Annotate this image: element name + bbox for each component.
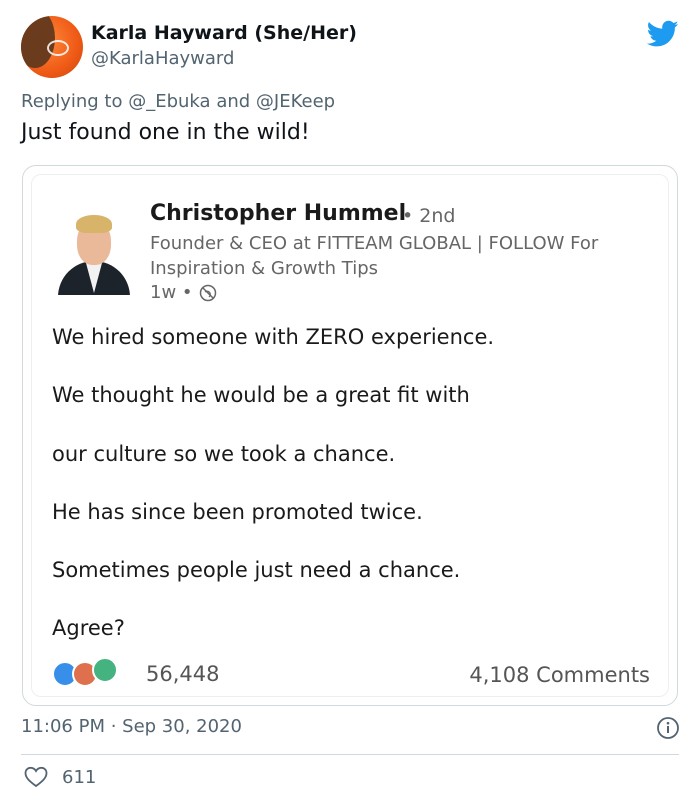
linkedin-headline: Founder & CEO at FITTEAM GLOBAL | FOLLOW… — [150, 233, 599, 279]
heart-icon[interactable] — [24, 766, 48, 788]
author-avatar[interactable] — [21, 16, 83, 78]
author-handle[interactable]: @KarlaHayward — [91, 48, 234, 69]
author-name[interactable]: Karla Hayward (She/Her) — [91, 22, 357, 44]
linkedin-post: Christopher Hummel • 2nd Founder & CEO a… — [31, 174, 669, 697]
info-icon[interactable] — [656, 716, 680, 740]
post-line: Sometimes people just need a chance. — [52, 558, 461, 582]
replying-prefix: Replying to — [21, 91, 123, 112]
linkedin-author-name: Christopher Hummel — [150, 201, 407, 226]
post-line: He has since been promoted twice. — [52, 500, 423, 524]
post-line: We thought he would be a great fit with — [52, 383, 470, 407]
tweet-text: Just found one in the wild! — [21, 120, 310, 145]
mention-jekeep[interactable]: @JEKeep — [256, 91, 335, 112]
posted-ago: 1w • — [150, 282, 193, 303]
post-line: our culture so we took a chance. — [52, 442, 396, 466]
reactions-summary: 56,448 — [52, 657, 220, 689]
like-action[interactable]: 611 — [24, 766, 96, 788]
post-line: Agree? — [52, 616, 125, 640]
reaction-icons — [52, 657, 136, 689]
tweet-header: Karla Hayward (She/Her) @KarlaHayward — [21, 16, 681, 80]
tweet-timestamp[interactable]: 11:06 PM · Sep 30, 2020 — [21, 716, 242, 737]
mention-ebuka[interactable]: @_Ebuka — [128, 91, 210, 112]
globe-off-icon — [199, 284, 216, 301]
replying-and: and — [216, 91, 251, 112]
tweet-card: Karla Hayward (She/Her) @KarlaHayward Re… — [0, 0, 700, 808]
like-count: 611 — [62, 766, 97, 788]
support-reaction-icon — [92, 657, 118, 683]
comments-count: 4,108 Comments — [469, 663, 650, 687]
post-meta: 1w • — [150, 282, 217, 303]
post-line: We hired someone with ZERO experience. — [52, 325, 495, 349]
connection-degree: • 2nd — [402, 205, 456, 227]
linkedin-author-avatar — [58, 209, 130, 295]
reaction-count: 56,448 — [146, 662, 220, 686]
twitter-bird-icon[interactable] — [647, 20, 679, 48]
embedded-screenshot[interactable]: Christopher Hummel • 2nd Founder & CEO a… — [22, 165, 678, 706]
divider — [21, 754, 679, 755]
replying-to: Replying to @_Ebuka and @JEKeep — [21, 91, 335, 112]
